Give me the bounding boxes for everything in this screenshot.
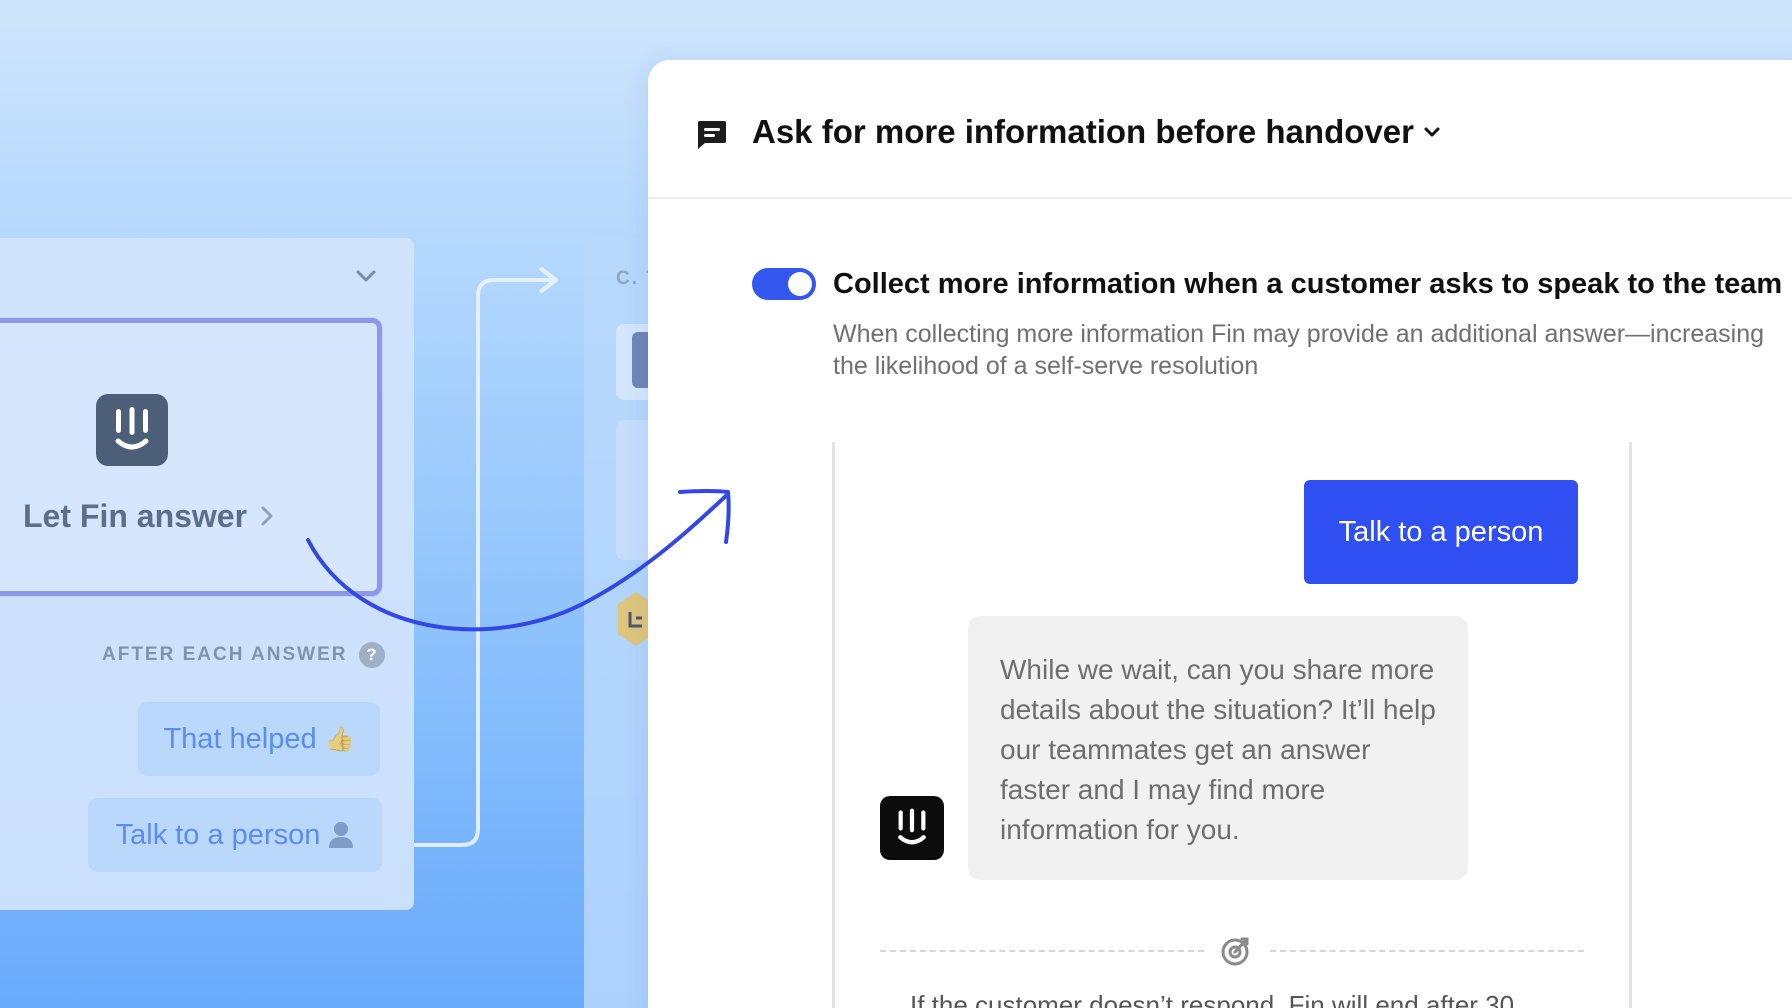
person-icon bbox=[329, 822, 354, 848]
talk-to-person-label: Talk to a person bbox=[115, 818, 321, 851]
fin-step-label[interactable]: Let Fin answer bbox=[23, 496, 273, 536]
after-each-answer-label: AFTER EACH ANSWER ? bbox=[102, 642, 386, 668]
help-icon[interactable]: ? bbox=[359, 642, 386, 668]
fin-step-text: Let Fin answer bbox=[23, 497, 248, 534]
collect-info-toggle[interactable] bbox=[752, 268, 816, 300]
panel-title: Ask for more information before handover bbox=[752, 113, 1414, 150]
divider-right bbox=[1270, 950, 1584, 952]
after-each-answer-text: AFTER EACH ANSWER bbox=[102, 644, 348, 665]
chevron-down-icon[interactable] bbox=[352, 262, 380, 290]
target-icon bbox=[1221, 937, 1249, 966]
timeout-note: If the customer doesn’t respond, Fin wil… bbox=[910, 990, 1515, 1008]
talk-to-person-button[interactable]: Talk to a person bbox=[88, 798, 382, 872]
toggle-knob bbox=[788, 272, 812, 296]
that-helped-label: That helped bbox=[163, 722, 317, 755]
thumbs-up-icon: 👍 bbox=[324, 725, 355, 753]
chevron-down-icon[interactable] bbox=[1418, 118, 1446, 146]
fin-avatar-icon bbox=[880, 796, 944, 860]
setting-description: When collecting more information Fin may… bbox=[833, 320, 1765, 380]
chevron-right-icon bbox=[261, 506, 273, 526]
user-message-bubble: Talk to a person bbox=[1304, 480, 1578, 584]
fin-answer-step[interactable] bbox=[0, 318, 382, 596]
bot-message-bubble: While we wait, can you share more detail… bbox=[968, 616, 1468, 880]
fin-logo-icon bbox=[96, 394, 168, 466]
that-helped-button[interactable]: That helped 👍 bbox=[138, 702, 380, 776]
setting-title: Collect more information when a customer… bbox=[833, 267, 1783, 300]
divider-left bbox=[880, 950, 1204, 952]
chat-bubble-icon bbox=[698, 121, 726, 149]
